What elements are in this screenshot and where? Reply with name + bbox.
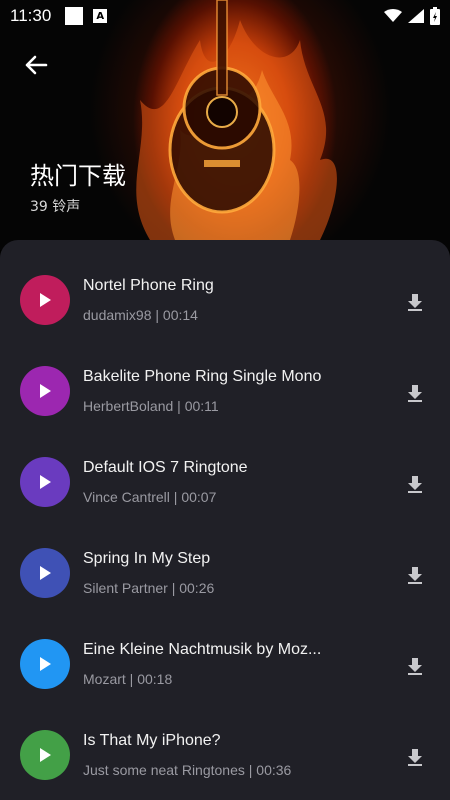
signal-icon bbox=[408, 9, 424, 23]
ringtone-count: 39 铃声 bbox=[30, 199, 81, 215]
track-meta: Silent Partner | 00:26 bbox=[83, 580, 215, 596]
page-title: 热门下载 bbox=[30, 162, 126, 190]
track-meta: Just some neat Ringtones | 00:36 bbox=[83, 762, 292, 778]
download-icon bbox=[408, 294, 422, 311]
battery-icon bbox=[430, 7, 440, 25]
play-button[interactable] bbox=[20, 548, 70, 598]
play-button[interactable] bbox=[20, 457, 70, 507]
wifi-icon bbox=[384, 9, 402, 22]
track-title: Is That My iPhone? bbox=[83, 732, 221, 749]
status-time: 11:30 bbox=[10, 6, 52, 25]
status-bar: 11:30 A bbox=[0, 0, 450, 32]
download-icon bbox=[408, 385, 422, 402]
download-icon bbox=[408, 749, 422, 766]
play-icon bbox=[40, 475, 51, 489]
keyboard-badge-icon: A bbox=[93, 9, 108, 23]
ringtone-list-screen: 11:30 A 热门下载 39 铃声 Nortel Phone Ring dud… bbox=[0, 0, 450, 800]
list-item[interactable]: Bakelite Phone Ring Single Mono HerbertBo… bbox=[0, 348, 450, 439]
play-icon bbox=[40, 748, 51, 762]
play-icon bbox=[40, 384, 51, 398]
list-item[interactable]: Default IOS 7 Ringtone Vince Cantrell | 0… bbox=[0, 439, 450, 530]
track-title: Default IOS 7 Ringtone bbox=[83, 459, 248, 476]
header-background: 11:30 A 热门下载 39 铃声 bbox=[0, 0, 450, 250]
arrow-left-icon bbox=[25, 55, 48, 75]
download-button[interactable] bbox=[400, 469, 430, 499]
track-title: Spring In My Step bbox=[83, 550, 211, 567]
back-button[interactable] bbox=[18, 50, 54, 80]
play-icon bbox=[40, 293, 51, 307]
track-title: Eine Kleine Nachtmusik by Moz... bbox=[83, 641, 322, 658]
list-item[interactable]: Eine Kleine Nachtmusik by Moz... Mozart |… bbox=[0, 621, 450, 712]
download-button[interactable] bbox=[400, 651, 430, 681]
track-meta: Mozart | 00:18 bbox=[83, 671, 173, 687]
play-icon bbox=[40, 657, 51, 671]
download-button[interactable] bbox=[400, 287, 430, 317]
play-button[interactable] bbox=[20, 639, 70, 689]
download-button[interactable] bbox=[400, 378, 430, 408]
track-meta: HerbertBoland | 00:11 bbox=[83, 398, 219, 414]
list-item[interactable]: Is That My iPhone? Just some neat Rington… bbox=[0, 712, 450, 800]
play-button[interactable] bbox=[20, 730, 70, 780]
play-icon bbox=[40, 566, 51, 580]
notification-icon bbox=[65, 7, 84, 25]
download-button[interactable] bbox=[400, 560, 430, 590]
play-button[interactable] bbox=[20, 275, 70, 325]
download-icon bbox=[408, 567, 422, 584]
track-meta: dudamix98 | 00:14 bbox=[83, 307, 198, 323]
track-meta: Vince Cantrell | 00:07 bbox=[83, 489, 217, 505]
download-icon bbox=[408, 476, 422, 493]
download-icon bbox=[408, 658, 422, 675]
play-button[interactable] bbox=[20, 366, 70, 416]
ringtone-list: Nortel Phone Ring dudamix98 | 00:14 Bakeli… bbox=[0, 240, 450, 800]
list-item[interactable]: Spring In My Step Silent Partner | 00:26 bbox=[0, 530, 450, 621]
track-title: Nortel Phone Ring bbox=[83, 277, 214, 294]
download-button[interactable] bbox=[400, 742, 430, 772]
list-item[interactable]: Nortel Phone Ring dudamix98 | 00:14 bbox=[0, 257, 450, 348]
track-title: Bakelite Phone Ring Single Mono bbox=[83, 368, 322, 385]
